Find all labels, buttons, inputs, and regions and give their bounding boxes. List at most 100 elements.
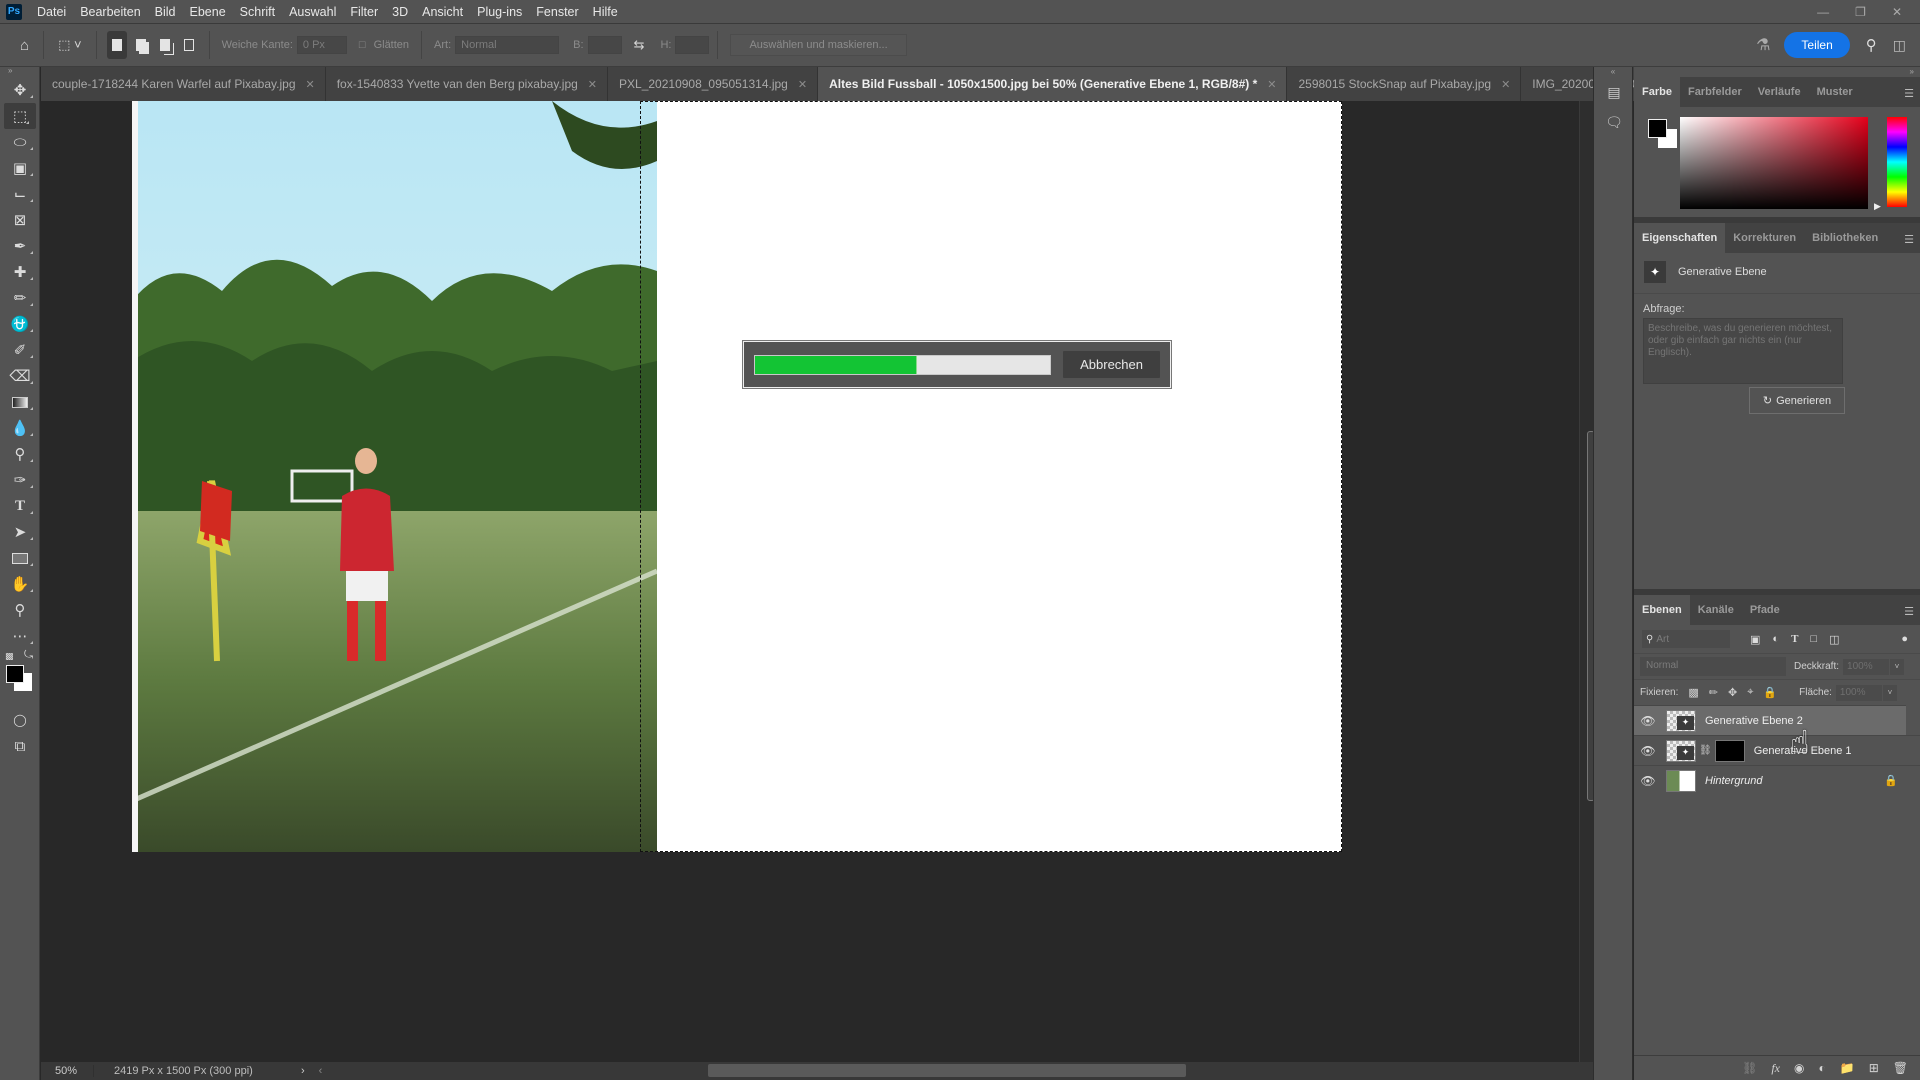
filter-smart-object-icon[interactable]: ◫ xyxy=(1829,633,1839,646)
collapse-toolbar-icon[interactable]: » xyxy=(0,67,39,77)
saturation-brightness-field[interactable] xyxy=(1680,117,1868,209)
menu-3d[interactable]: 3D xyxy=(385,5,415,19)
tab-kanaele[interactable]: Kanäle xyxy=(1690,595,1742,625)
move-tool[interactable]: ✥ xyxy=(0,77,40,103)
layer-name[interactable]: Hintergrund xyxy=(1705,775,1762,787)
lock-position-icon[interactable]: ✥ xyxy=(1728,686,1737,699)
default-colors-icon[interactable]: ▩ xyxy=(5,651,14,662)
layer-name[interactable]: Generative Ebene 2 xyxy=(1705,715,1803,727)
new-group-icon[interactable]: 📁 xyxy=(1840,1061,1855,1075)
layer-mask-thumbnail[interactable] xyxy=(1714,739,1745,762)
delete-layer-icon[interactable]: 🗑 xyxy=(1893,1061,1908,1075)
marquee-preset-icon[interactable]: ⬚ ˅ xyxy=(58,37,82,53)
foreground-color-swatch[interactable] xyxy=(1648,119,1667,138)
beaker-icon[interactable]: ⚗ xyxy=(1756,35,1770,55)
menu-datei[interactable]: Datei xyxy=(30,5,73,19)
selection-marquee[interactable] xyxy=(640,101,1342,852)
frame-tool[interactable]: ⊠ xyxy=(0,207,40,233)
tab-korrekturen[interactable]: Korrekturen xyxy=(1725,223,1804,253)
visibility-eye-icon[interactable]: 👁 xyxy=(1634,744,1662,758)
crop-tool[interactable]: ⌙ xyxy=(0,181,40,207)
lock-pixels-icon[interactable]: ✏ xyxy=(1709,686,1718,699)
pen-tool[interactable]: ✑ xyxy=(0,467,40,493)
tab-fox[interactable]: fox-1540833 Yvette van den Berg pixabay.… xyxy=(325,67,609,101)
tab-verlaeufe[interactable]: Verläufe xyxy=(1750,77,1809,107)
close-tab-icon[interactable]: ✕ xyxy=(588,78,597,91)
foreground-color-swatch[interactable] xyxy=(6,665,24,683)
healing-brush-tool[interactable]: ✚ xyxy=(0,259,40,285)
screen-mode-icon[interactable]: ⧉ xyxy=(0,733,40,759)
hand-tool[interactable]: ✋ xyxy=(0,571,40,597)
add-to-selection-button[interactable] xyxy=(131,31,151,59)
new-selection-button[interactable] xyxy=(106,31,127,59)
close-icon[interactable]: ✕ xyxy=(1892,5,1902,19)
close-tab-icon[interactable]: ✕ xyxy=(798,78,807,91)
eraser-tool[interactable]: ⌫ xyxy=(0,363,40,389)
hue-slider-handle[interactable]: ▶ xyxy=(1874,201,1881,212)
tab-muster[interactable]: Muster xyxy=(1809,77,1861,107)
opacity-dropdown-icon[interactable]: ˅ xyxy=(1890,658,1905,675)
history-brush-tool[interactable]: ✐ xyxy=(0,337,40,363)
blend-mode-select[interactable]: Normal xyxy=(1640,657,1786,676)
edit-toolbar-icon[interactable]: ⋯ xyxy=(0,623,40,649)
comments-panel-icon[interactable]: 🗨 xyxy=(1594,107,1634,137)
tab-farbfelder[interactable]: Farbfelder xyxy=(1680,77,1750,107)
workspace-icon[interactable]: ◫ xyxy=(1893,37,1906,54)
rectangular-marquee-tool[interactable]: ⬚ xyxy=(4,103,36,129)
menu-ansicht[interactable]: Ansicht xyxy=(415,5,470,19)
lasso-tool[interactable]: ⬭ xyxy=(0,129,40,155)
generate-button[interactable]: ↻ Generieren xyxy=(1749,387,1845,414)
filter-type-icon[interactable]: T xyxy=(1791,633,1798,645)
restore-icon[interactable]: ❐ xyxy=(1855,5,1866,19)
filter-pixel-icon[interactable]: ▣ xyxy=(1750,633,1760,646)
antialias-checkbox[interactable]: □ xyxy=(359,39,366,51)
tab-altes-bild-fussball[interactable]: Altes Bild Fussball - 1050x1500.jpg bei … xyxy=(818,67,1288,101)
path-selection-tool[interactable]: ➤ xyxy=(0,519,40,545)
select-and-mask-button[interactable]: Auswählen und maskieren... xyxy=(730,34,907,56)
object-selection-tool[interactable]: ▣ xyxy=(0,155,40,181)
tab-stocksnap[interactable]: 2598015 StockSnap auf Pixabay.jpg ✕ xyxy=(1287,67,1522,101)
height-input[interactable] xyxy=(675,36,710,54)
tab-eigenschaften[interactable]: Eigenschaften xyxy=(1634,223,1726,253)
home-icon[interactable]: ⌂ xyxy=(20,37,29,54)
menu-bild[interactable]: Bild xyxy=(148,5,183,19)
lock-icon[interactable]: 🔒 xyxy=(1884,774,1898,787)
new-layer-icon[interactable]: ⊞ xyxy=(1869,1061,1879,1075)
vertical-scrollbar[interactable] xyxy=(1579,101,1595,1062)
scroll-left-icon[interactable]: ‹ xyxy=(319,1065,323,1077)
minimize-icon[interactable]: — xyxy=(1817,5,1829,19)
rectangle-tool[interactable] xyxy=(0,545,40,571)
swap-colors-icon[interactable]: ⤿ xyxy=(24,649,33,662)
link-chain-icon[interactable]: ⛓ xyxy=(1699,745,1712,756)
search-icon[interactable]: ⚲ xyxy=(1866,36,1877,54)
lock-artboard-icon[interactable]: ⌖ xyxy=(1747,686,1753,699)
menu-plug-ins[interactable]: Plug-ins xyxy=(470,5,529,19)
close-tab-icon[interactable]: ✕ xyxy=(306,78,315,91)
menu-hilfe[interactable]: Hilfe xyxy=(586,5,625,19)
dodge-tool[interactable]: ⚲ xyxy=(0,441,40,467)
feather-input[interactable]: 0 Px xyxy=(296,36,347,54)
tab-ebenen[interactable]: Ebenen xyxy=(1634,595,1690,625)
menu-auswahl[interactable]: Auswahl xyxy=(282,5,343,19)
panel-menu-icon[interactable]: ☰ xyxy=(1904,87,1914,100)
gradient-tool[interactable] xyxy=(0,389,40,415)
cancel-button[interactable]: Abbrechen xyxy=(1063,351,1160,378)
menu-schrift[interactable]: Schrift xyxy=(233,5,282,19)
fill-input[interactable]: 100% xyxy=(1835,684,1882,701)
tab-bibliotheken[interactable]: Bibliotheken xyxy=(1804,223,1886,253)
quick-mask-icon[interactable]: ◯ xyxy=(0,707,40,733)
brush-tool[interactable]: ✏ xyxy=(0,285,40,311)
lock-all-icon[interactable]: 🔒 xyxy=(1763,686,1777,699)
history-panel-icon[interactable]: ▤ xyxy=(1594,77,1634,107)
layer-row-generative-ebene-1[interactable]: 👁 ✦ ⛓ Generative Ebene 1 xyxy=(1634,735,1920,765)
tab-pfade[interactable]: Pfade xyxy=(1742,595,1788,625)
type-tool[interactable]: T xyxy=(0,493,40,519)
horizontal-scrollbar-thumb[interactable] xyxy=(708,1064,1186,1077)
lock-transparency-icon[interactable]: ▩ xyxy=(1688,686,1698,699)
filter-adjustment-icon[interactable]: ◐ xyxy=(1772,633,1779,645)
style-select[interactable]: Normal xyxy=(455,36,560,54)
menu-bearbeiten[interactable]: Bearbeiten xyxy=(73,5,147,19)
prompt-input[interactable] xyxy=(1643,318,1843,384)
layer-search-input[interactable]: ⚲ Art xyxy=(1642,630,1730,648)
panel-menu-icon[interactable]: ☰ xyxy=(1904,605,1914,618)
